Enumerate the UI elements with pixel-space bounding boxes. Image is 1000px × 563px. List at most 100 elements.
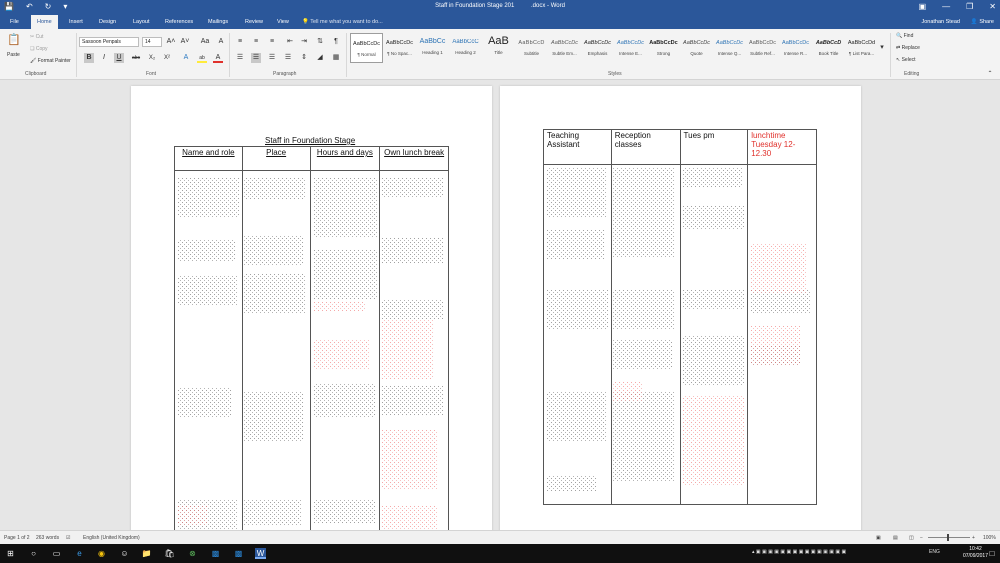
tab-design[interactable]: Design (93, 15, 122, 29)
change-case-button[interactable]: Aa (198, 37, 212, 47)
file-explorer-icon[interactable]: 📁 (141, 548, 152, 559)
style-emphasis[interactable]: AaBbCcDc Emphasis (581, 33, 614, 63)
superscript-button[interactable]: X² (162, 53, 172, 63)
find-button[interactable]: 🔍 Find (896, 33, 913, 39)
multilevel-list-icon[interactable]: ≡ (267, 37, 277, 47)
bullets-icon[interactable]: ≡ (235, 37, 245, 47)
style-intense-emphasis[interactable]: AaBbCcDc Intense E... (614, 33, 647, 63)
edge-icon[interactable]: e (74, 548, 85, 559)
style-no-spacing[interactable]: AaBbCcDc ¶ No Spac... (383, 33, 416, 63)
copy-button[interactable]: ❏ Copy (30, 46, 48, 52)
zoom-in-button[interactable]: + (972, 535, 975, 541)
style-subtitle[interactable]: AaBbCcD Subtitle (515, 33, 548, 63)
document-title[interactable]: Staff in Foundation Stage (265, 136, 355, 145)
header-tues-pm[interactable]: Tues pm (679, 129, 749, 165)
replace-button[interactable]: ⇄ Replace (896, 45, 920, 51)
tab-file[interactable]: File (4, 15, 25, 29)
proofing-icon[interactable]: ☑ (66, 535, 70, 541)
zoom-out-button[interactable]: − (920, 535, 923, 541)
select-button[interactable]: ↖ Select (896, 57, 916, 63)
web-layout-icon[interactable]: ◫ (909, 535, 914, 541)
align-center-icon[interactable]: ☰ (251, 53, 261, 63)
zoom-level[interactable]: 100% (983, 535, 996, 541)
app-icon-2[interactable]: ▩ (233, 548, 244, 559)
windows-start-icon[interactable]: ⊞ (5, 548, 16, 559)
numbering-icon[interactable]: ≡ (251, 37, 261, 47)
share-button[interactable]: 👤 Share (971, 15, 994, 29)
task-view-icon[interactable]: ▭ (51, 548, 62, 559)
style-heading-2[interactable]: AaBbCcC Heading 2 (449, 33, 482, 63)
header-place[interactable]: Place (241, 146, 311, 171)
font-size-select[interactable]: 14 (142, 37, 162, 47)
ribbon-display-options-icon[interactable]: ▣ (919, 2, 927, 11)
tab-review[interactable]: Review (239, 15, 269, 29)
word-taskbar-icon[interactable]: W (255, 548, 266, 559)
header-lunchtime[interactable]: lunchtime Tuesday 12-12.30 (747, 129, 817, 165)
tab-mailings[interactable]: Mailings (202, 15, 234, 29)
language[interactable]: English (United Kingdom) (83, 535, 140, 541)
style-strong[interactable]: AaBbCcDc Strong (647, 33, 680, 63)
header-teaching-assistant[interactable]: Teaching Assistant (543, 129, 612, 165)
zoom-slider-thumb[interactable] (947, 534, 949, 541)
increase-indent-icon[interactable]: ⇥ (299, 37, 309, 47)
font-color-button[interactable]: A (213, 53, 223, 63)
style-subtle-reference[interactable]: AaBbCcDc Subtle Ref... (746, 33, 779, 63)
show-marks-button[interactable]: ¶ (331, 37, 341, 47)
style-list-paragraph[interactable]: AaBbCcDd ¶ List Para... (845, 33, 878, 63)
format-painter-button[interactable]: 🖌 Format Painter (30, 58, 71, 64)
bold-button[interactable]: B (84, 53, 94, 63)
zoom-slider[interactable] (928, 537, 970, 538)
collapse-ribbon-icon[interactable]: ⌃ (985, 69, 995, 79)
close-button[interactable]: ✕ (989, 2, 996, 11)
header-hours-days[interactable]: Hours and days (309, 146, 381, 171)
tab-layout[interactable]: Layout (127, 15, 156, 29)
paste-icon[interactable]: 📋 (7, 35, 21, 49)
font-name-select[interactable]: Sassoon Penpals (79, 37, 139, 47)
align-right-icon[interactable]: ☰ (267, 53, 277, 63)
justify-icon[interactable]: ☰ (283, 53, 293, 63)
xbox-icon[interactable]: ⊗ (187, 548, 198, 559)
style-title[interactable]: AaB Title (482, 33, 515, 63)
underline-button[interactable]: U (114, 53, 124, 63)
styles-more-icon[interactable]: ▾ (877, 43, 887, 53)
tell-me-search[interactable]: 💡 Tell me what you want to do... (302, 15, 383, 29)
tab-view[interactable]: View (271, 15, 295, 29)
strikethrough-button[interactable]: abc (131, 53, 141, 63)
header-lunch-break[interactable]: Own lunch break (379, 146, 449, 171)
minimize-button[interactable]: — (942, 2, 950, 11)
grow-font-button[interactable]: A˄ (166, 37, 176, 47)
clock[interactable]: 10:42 07/09/2017 (963, 546, 988, 560)
tab-insert[interactable]: Insert (63, 15, 89, 29)
sort-icon[interactable]: ⇅ (315, 37, 325, 47)
style-book-title[interactable]: AaBbCcD Book Title (812, 33, 845, 63)
people-icon[interactable]: ☺ (119, 548, 130, 559)
search-icon[interactable]: ○ (28, 548, 39, 559)
style-intense-reference[interactable]: AaBbCcDc Intense R... (779, 33, 812, 63)
style-normal[interactable]: AaBbCcDc ¶ Normal (350, 33, 383, 63)
tab-home[interactable]: Home (31, 15, 58, 29)
style-intense-quote[interactable]: AaBbCcDc Intense Q... (713, 33, 746, 63)
user-name[interactable]: Jonathan Stead (921, 15, 960, 29)
document-area[interactable]: Staff in Foundation Stage Name and role … (0, 80, 1000, 530)
highlight-button[interactable]: ab (197, 53, 207, 63)
store-icon[interactable]: 🛍 (164, 548, 175, 559)
print-layout-icon[interactable]: ▤ (893, 535, 898, 541)
align-left-icon[interactable]: ☰ (235, 53, 245, 63)
paste-button[interactable]: Paste (7, 52, 20, 58)
style-quote[interactable]: AaBbCcDc Quote (680, 33, 713, 63)
tray-icons[interactable]: ▴ ▣ ▣ ▣ ▣ ▣ ▣ ▣ ▣ ▣ ▣ ▣ ▣ ▣ ▣ ▣ (752, 549, 846, 555)
page-2[interactable]: Teaching Assistant Reception classes Tue… (500, 86, 861, 530)
decrease-indent-icon[interactable]: ⇤ (285, 37, 295, 47)
page-1[interactable]: Staff in Foundation Stage Name and role … (131, 86, 492, 530)
style-heading-1[interactable]: AaBbCc Heading 1 (416, 33, 449, 63)
italic-button[interactable]: I (99, 53, 109, 63)
clear-formatting-button[interactable]: A (216, 37, 226, 47)
header-reception-classes[interactable]: Reception classes (610, 129, 681, 165)
input-language[interactable]: ENG (929, 549, 940, 555)
app-icon[interactable]: ▩ (210, 548, 221, 559)
shrink-font-button[interactable]: A˅ (180, 37, 190, 47)
read-mode-icon[interactable]: ▣ (876, 535, 881, 541)
style-subtle-emphasis[interactable]: AaBbCcDc Subtle Em... (548, 33, 581, 63)
line-spacing-icon[interactable]: ⇕ (299, 53, 309, 63)
restore-button[interactable]: ❐ (966, 2, 973, 11)
